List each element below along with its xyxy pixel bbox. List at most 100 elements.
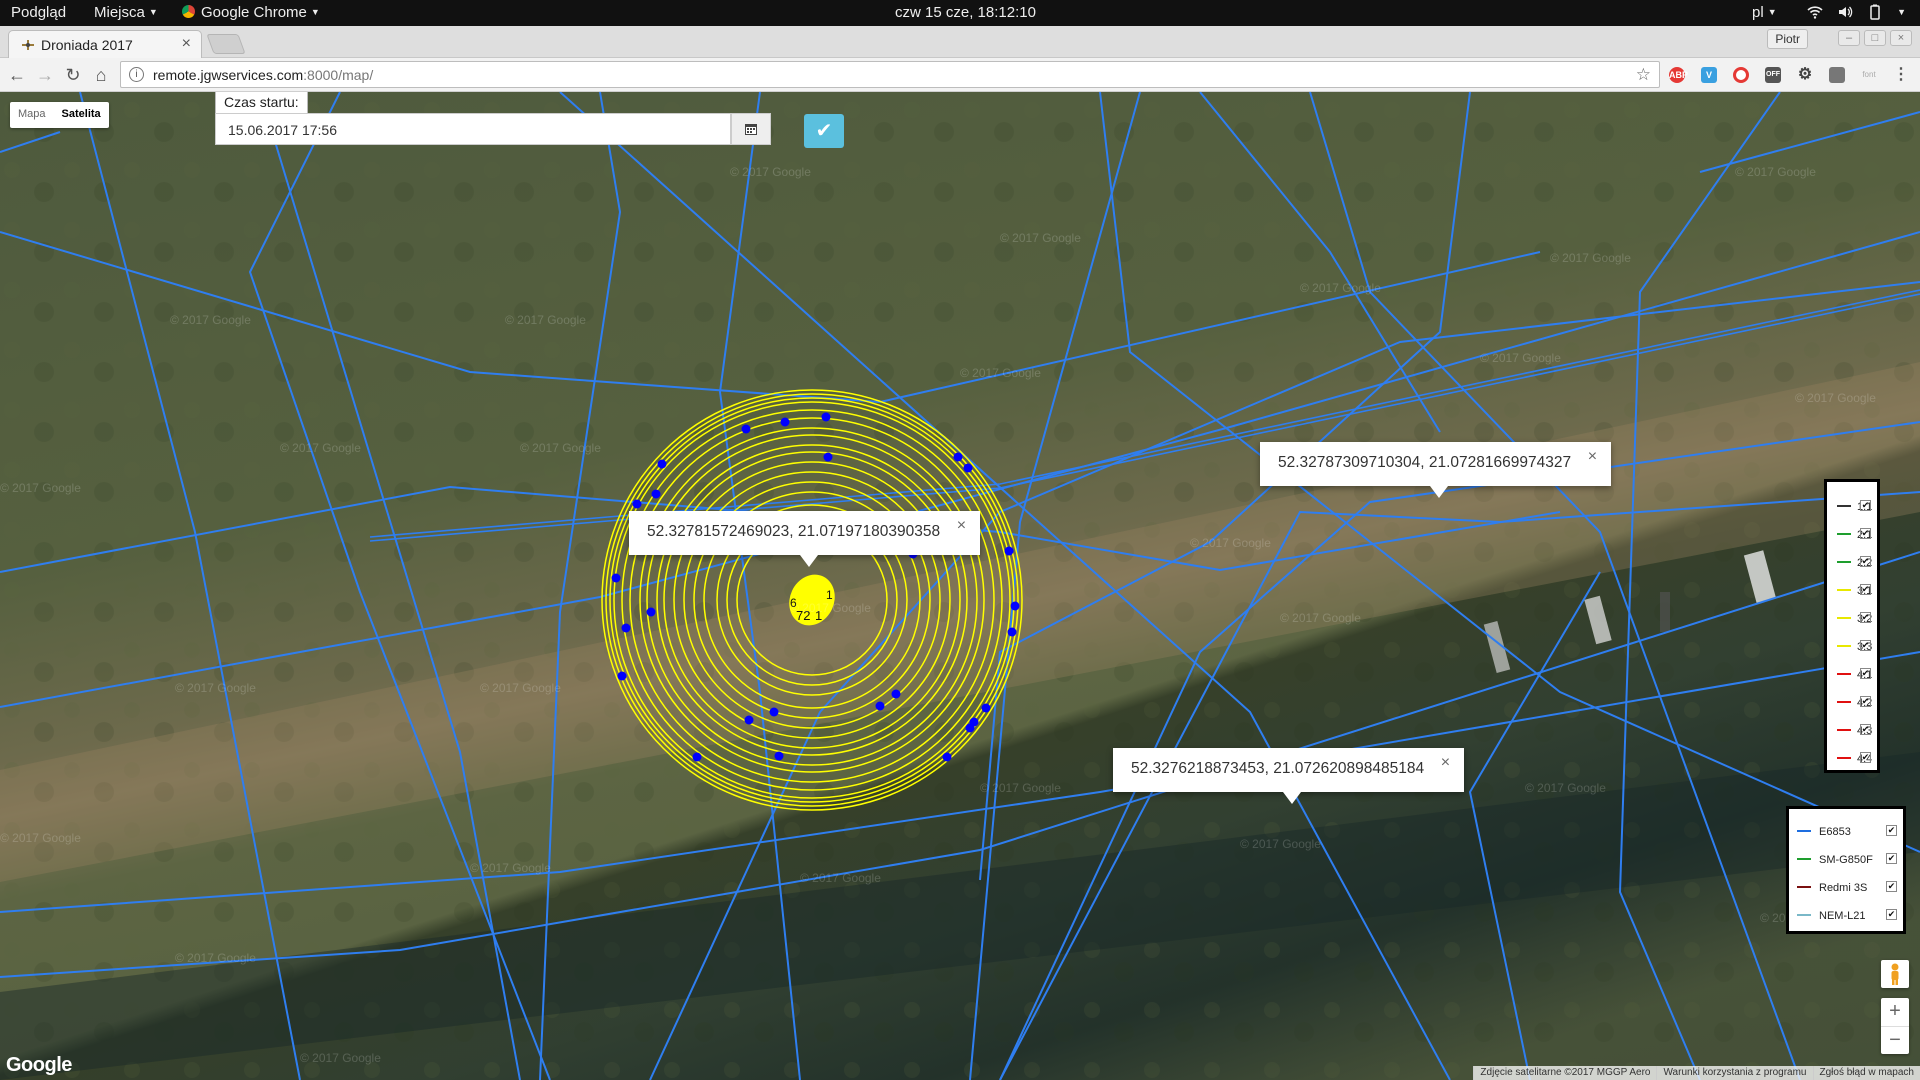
chevron-down-icon: ▼	[1767, 7, 1777, 17]
line-swatch	[1837, 673, 1851, 675]
vimium-icon[interactable]: V	[1701, 67, 1717, 83]
calendar-button[interactable]	[731, 113, 771, 145]
line-swatch	[1837, 505, 1851, 507]
activities-button[interactable]: Podgląd	[11, 4, 66, 21]
back-arrow-icon[interactable]: ←	[5, 63, 29, 87]
maximize-button[interactable]: □	[1864, 30, 1886, 46]
chrome-icon	[182, 5, 195, 18]
home-icon[interactable]: ⌂	[89, 63, 113, 87]
close-icon[interactable]: ×	[957, 517, 966, 535]
device-visibility-checkbox[interactable]: ✔	[1886, 909, 1897, 920]
svg-text:© 2017 Google: © 2017 Google	[1795, 391, 1876, 405]
route-legend-row: 2.2 ✔	[1827, 548, 1877, 576]
close-icon[interactable]: ×	[1588, 448, 1597, 466]
route-visibility-checkbox[interactable]: ✔	[1860, 556, 1871, 567]
coordinate-infowindow[interactable]: 52.3276218873453, 21.072620898485184 ×	[1113, 748, 1465, 804]
coordinate-infowindow[interactable]: 52.32781572469023, 21.07197180390358 ×	[629, 511, 981, 567]
minimize-button[interactable]: –	[1838, 30, 1860, 46]
svg-text:© 2017 Google: © 2017 Google	[1190, 536, 1271, 550]
system-status-area[interactable]: ▼	[1807, 4, 1906, 20]
start-time-input[interactable]: 15.06.2017 17:56	[215, 113, 731, 145]
map-type-satellite-button[interactable]: Satelita	[54, 102, 109, 128]
site-info-icon[interactable]: i	[129, 67, 144, 82]
google-logo[interactable]: Google	[6, 1054, 72, 1077]
gear-icon[interactable]: ⚙	[1797, 67, 1813, 83]
bookmark-star-icon[interactable]: ☆	[1636, 65, 1651, 85]
line-swatch	[1797, 830, 1811, 832]
extension-icon[interactable]	[1829, 67, 1845, 83]
places-menu[interactable]: Miejsca ▼	[94, 4, 158, 21]
route-visibility-checkbox[interactable]: ✔	[1860, 500, 1871, 511]
profile-button[interactable]: Piotr	[1767, 29, 1808, 49]
report-error-link[interactable]: Zgłoś błąd w mapach	[1812, 1066, 1920, 1080]
system-top-bar: Podgląd Miejsca ▼ Google Chrome ▼ czw 15 c…	[0, 0, 1920, 26]
map-canvas[interactable]: 6 72 1 1 © 2017 Google © 2017 Google © 2…	[0, 92, 1920, 1080]
svg-text:© 2017 Google: © 2017 Google	[1280, 611, 1361, 625]
battery-icon	[1870, 4, 1880, 20]
svg-text:© 2017 Google: © 2017 Google	[175, 951, 256, 965]
line-swatch	[1837, 533, 1851, 535]
route-visibility-checkbox[interactable]: ✔	[1860, 584, 1871, 595]
menu-dots-icon[interactable]: ⋮	[1893, 67, 1909, 83]
confirm-button[interactable]: ✔	[804, 114, 844, 148]
close-icon[interactable]: ×	[182, 35, 191, 53]
browser-toolbar: ← → ↻ ⌂ i remote.jgwservices.com:8000/ma…	[0, 58, 1920, 92]
route-visibility-checkbox[interactable]: ✔	[1860, 612, 1871, 623]
font-extension-icon[interactable]: font	[1861, 67, 1877, 83]
address-bar[interactable]: i remote.jgwservices.com:8000/map/ ☆	[120, 61, 1660, 88]
route-legend-row: 1.1 ✔	[1827, 492, 1877, 520]
language-indicator[interactable]: pl ▼	[1752, 4, 1777, 21]
terms-link[interactable]: Warunki korzystania z programu	[1656, 1066, 1813, 1080]
device-legend-row: NEM-L21 ✔	[1789, 901, 1903, 929]
off-toggle-icon[interactable]: OFF	[1765, 67, 1781, 83]
reload-icon[interactable]: ↻	[61, 63, 85, 87]
route-visibility-checkbox[interactable]: ✔	[1860, 668, 1871, 679]
opera-icon[interactable]	[1733, 67, 1749, 83]
chevron-down-icon: ▼	[148, 7, 158, 17]
infowindow-tail	[1283, 792, 1301, 804]
route-visibility-checkbox[interactable]: ✔	[1860, 528, 1871, 539]
route-legend-row: 2.1 ✔	[1827, 520, 1877, 548]
svg-text:© 2017 Google: © 2017 Google	[980, 781, 1061, 795]
svg-text:© 2017 Google: © 2017 Google	[480, 681, 561, 695]
app-menu[interactable]: Google Chrome ▼	[182, 4, 320, 21]
map-type-map-button[interactable]: Mapa	[10, 102, 54, 128]
svg-text:© 2017 Google: © 2017 Google	[300, 1051, 381, 1065]
forward-arrow-icon[interactable]: →	[33, 63, 57, 87]
route-visibility-checkbox[interactable]: ✔	[1860, 640, 1871, 651]
route-visibility-checkbox[interactable]: ✔	[1860, 752, 1871, 763]
device-legend-label: E6853	[1819, 826, 1851, 838]
device-visibility-checkbox[interactable]: ✔	[1886, 853, 1897, 864]
pegman-icon	[1891, 963, 1899, 985]
map-attribution: Zdjęcie satelitarne ©2017 MGGP Aero Waru…	[1473, 1066, 1920, 1080]
zoom-in-button[interactable]: +	[1881, 998, 1909, 1026]
map-overlay: 6 72 1 1 © 2017 Google © 2017 Google © 2…	[0, 92, 1920, 1080]
street-view-pegman[interactable]	[1881, 960, 1909, 988]
calendar-icon	[745, 124, 757, 135]
clock[interactable]: czw 15 cze, 18:12:10	[895, 4, 1036, 21]
cluster-label: 1	[826, 588, 833, 602]
language-label: pl	[1752, 4, 1764, 21]
check-icon: ✔	[815, 120, 833, 142]
svg-text:© 2017 Google: © 2017 Google	[170, 313, 251, 327]
chevron-down-icon: ▼	[310, 7, 320, 17]
tab-droniada[interactable]: Droniada 2017 ×	[8, 30, 202, 58]
line-swatch	[1837, 757, 1851, 759]
close-icon[interactable]: ×	[1441, 754, 1450, 772]
window-close-button[interactable]: ×	[1890, 30, 1912, 46]
device-legend-row: SM-G850F ✔	[1789, 845, 1903, 873]
new-tab-button[interactable]	[206, 34, 246, 54]
route-visibility-checkbox[interactable]: ✔	[1860, 724, 1871, 735]
device-legend-label: SM-G850F	[1819, 854, 1873, 866]
device-visibility-checkbox[interactable]: ✔	[1886, 825, 1897, 836]
coordinate-infowindow[interactable]: 52.32787309710304, 21.07281669974327 ×	[1260, 442, 1612, 498]
zoom-out-button[interactable]: −	[1881, 1026, 1909, 1054]
device-visibility-checkbox[interactable]: ✔	[1886, 881, 1897, 892]
routes-legend: 1.1 ✔ 2.1 ✔ 2.2 ✔ 3.1 ✔ 3.2 ✔ 3.3 ✔ 4.1 ✔ 4.2 ✔ 4.3 ✔ 4.4 ✔	[1824, 479, 1880, 773]
svg-text:© 2017 Google: © 2017 Google	[520, 441, 601, 455]
device-legend-row: E6853 ✔	[1789, 817, 1903, 845]
adblock-icon[interactable]: ABP	[1669, 67, 1688, 83]
route-visibility-checkbox[interactable]: ✔	[1860, 696, 1871, 707]
coordinate-text: 52.32781572469023, 21.07197180390358	[647, 523, 941, 540]
app-menu-label: Google Chrome	[201, 4, 307, 21]
